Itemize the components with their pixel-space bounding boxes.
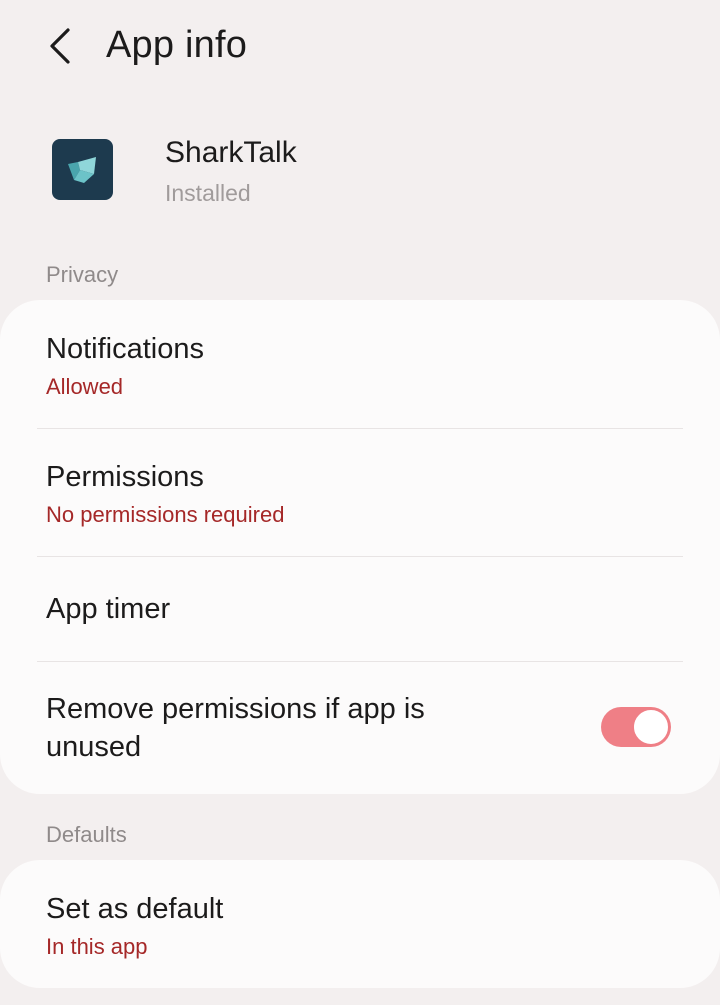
- app-name: SharkTalk: [165, 136, 297, 169]
- back-button[interactable]: [36, 22, 84, 70]
- settings-item-set-as-default[interactable]: Set as default In this app: [0, 860, 720, 988]
- section-label-defaults: Defaults: [46, 822, 127, 847]
- app-install-status: Installed: [165, 180, 251, 206]
- settings-item-app-timer[interactable]: App timer: [0, 556, 720, 661]
- header-bar: App info: [0, 0, 720, 95]
- settings-item-subtitle: In this app: [46, 934, 148, 959]
- defaults-card: Set as default In this app: [0, 860, 720, 988]
- sharktalk-app-icon: [67, 156, 96, 183]
- settings-item-remove-unused-permissions[interactable]: Remove permissions if app is unused: [0, 661, 720, 794]
- settings-item-permissions[interactable]: Permissions No permissions required: [0, 428, 720, 556]
- settings-item-subtitle: No permissions required: [46, 502, 285, 527]
- app-icon: [52, 139, 113, 200]
- settings-item-title: App timer: [46, 593, 171, 625]
- settings-item-subtitle: Allowed: [46, 374, 124, 399]
- page-title: App info: [106, 24, 248, 66]
- app-summary: SharkTalk Installed: [0, 120, 720, 220]
- section-label-privacy: Privacy: [46, 262, 119, 287]
- settings-item-title: Set as default: [46, 893, 224, 925]
- chevron-left-icon: [50, 28, 70, 64]
- settings-item-notifications[interactable]: Notifications Allowed: [0, 300, 720, 428]
- settings-item-title: Remove permissions if app is unused: [46, 693, 425, 763]
- settings-item-title: Notifications: [46, 333, 204, 365]
- privacy-card: Notifications Allowed Permissions No per…: [0, 300, 720, 794]
- settings-item-title: Permissions: [46, 461, 204, 493]
- toggle-knob: [632, 708, 670, 746]
- remove-permissions-toggle[interactable]: [601, 707, 671, 747]
